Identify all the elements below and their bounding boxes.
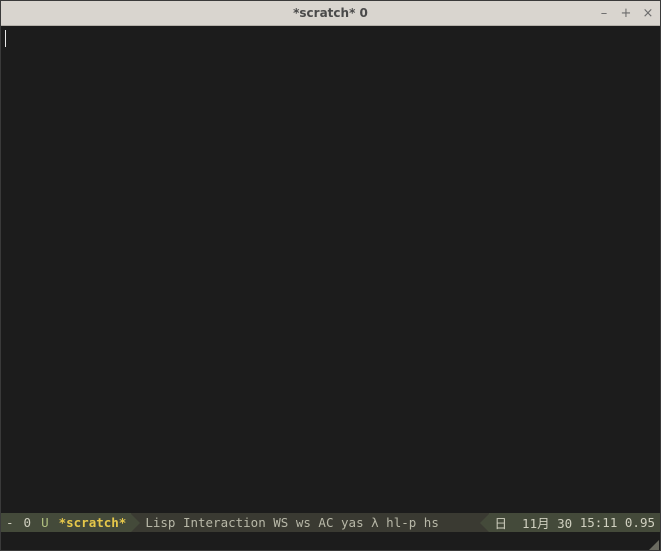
modified-indicator: - bbox=[1, 513, 19, 532]
minibuffer[interactable] bbox=[1, 532, 660, 550]
close-button[interactable]: × bbox=[640, 5, 656, 21]
time: 15:11 bbox=[580, 515, 618, 530]
text-cursor bbox=[5, 30, 6, 47]
date: 11月 30 bbox=[522, 513, 572, 532]
position-indicator: 0 bbox=[19, 513, 37, 532]
resize-grip-icon[interactable] bbox=[649, 540, 659, 550]
maximize-button[interactable]: + bbox=[618, 5, 634, 21]
buffer-name: *scratch* bbox=[54, 513, 132, 532]
encoding-indicator: U bbox=[36, 513, 54, 532]
day-of-week: 日 bbox=[494, 513, 507, 532]
text-editor-area[interactable] bbox=[1, 26, 660, 513]
titlebar[interactable]: *scratch* 0 – + × bbox=[1, 1, 660, 26]
minimize-button[interactable]: – bbox=[596, 5, 612, 21]
minor-modes: WS ws AC yas λ hl-p hs bbox=[273, 515, 439, 530]
mode-line[interactable]: - 0 U *scratch* Lisp Interaction WS ws A… bbox=[1, 513, 660, 532]
datetime-segment: 日 11月 30 15:11 0.95 bbox=[489, 513, 660, 532]
mode-indicators: Lisp Interaction WS ws AC yas λ hl-p hs bbox=[140, 513, 480, 532]
window-title: *scratch* 0 bbox=[293, 6, 368, 20]
major-mode: Lisp Interaction bbox=[145, 515, 265, 530]
load-average: 0.95 bbox=[625, 515, 655, 530]
editor-window: *scratch* 0 – + × - 0 U *scratch* Lisp I… bbox=[0, 0, 661, 551]
separator-arrow-icon bbox=[131, 514, 140, 532]
separator-arrow-in-icon bbox=[480, 514, 489, 532]
window-controls: – + × bbox=[596, 5, 656, 21]
